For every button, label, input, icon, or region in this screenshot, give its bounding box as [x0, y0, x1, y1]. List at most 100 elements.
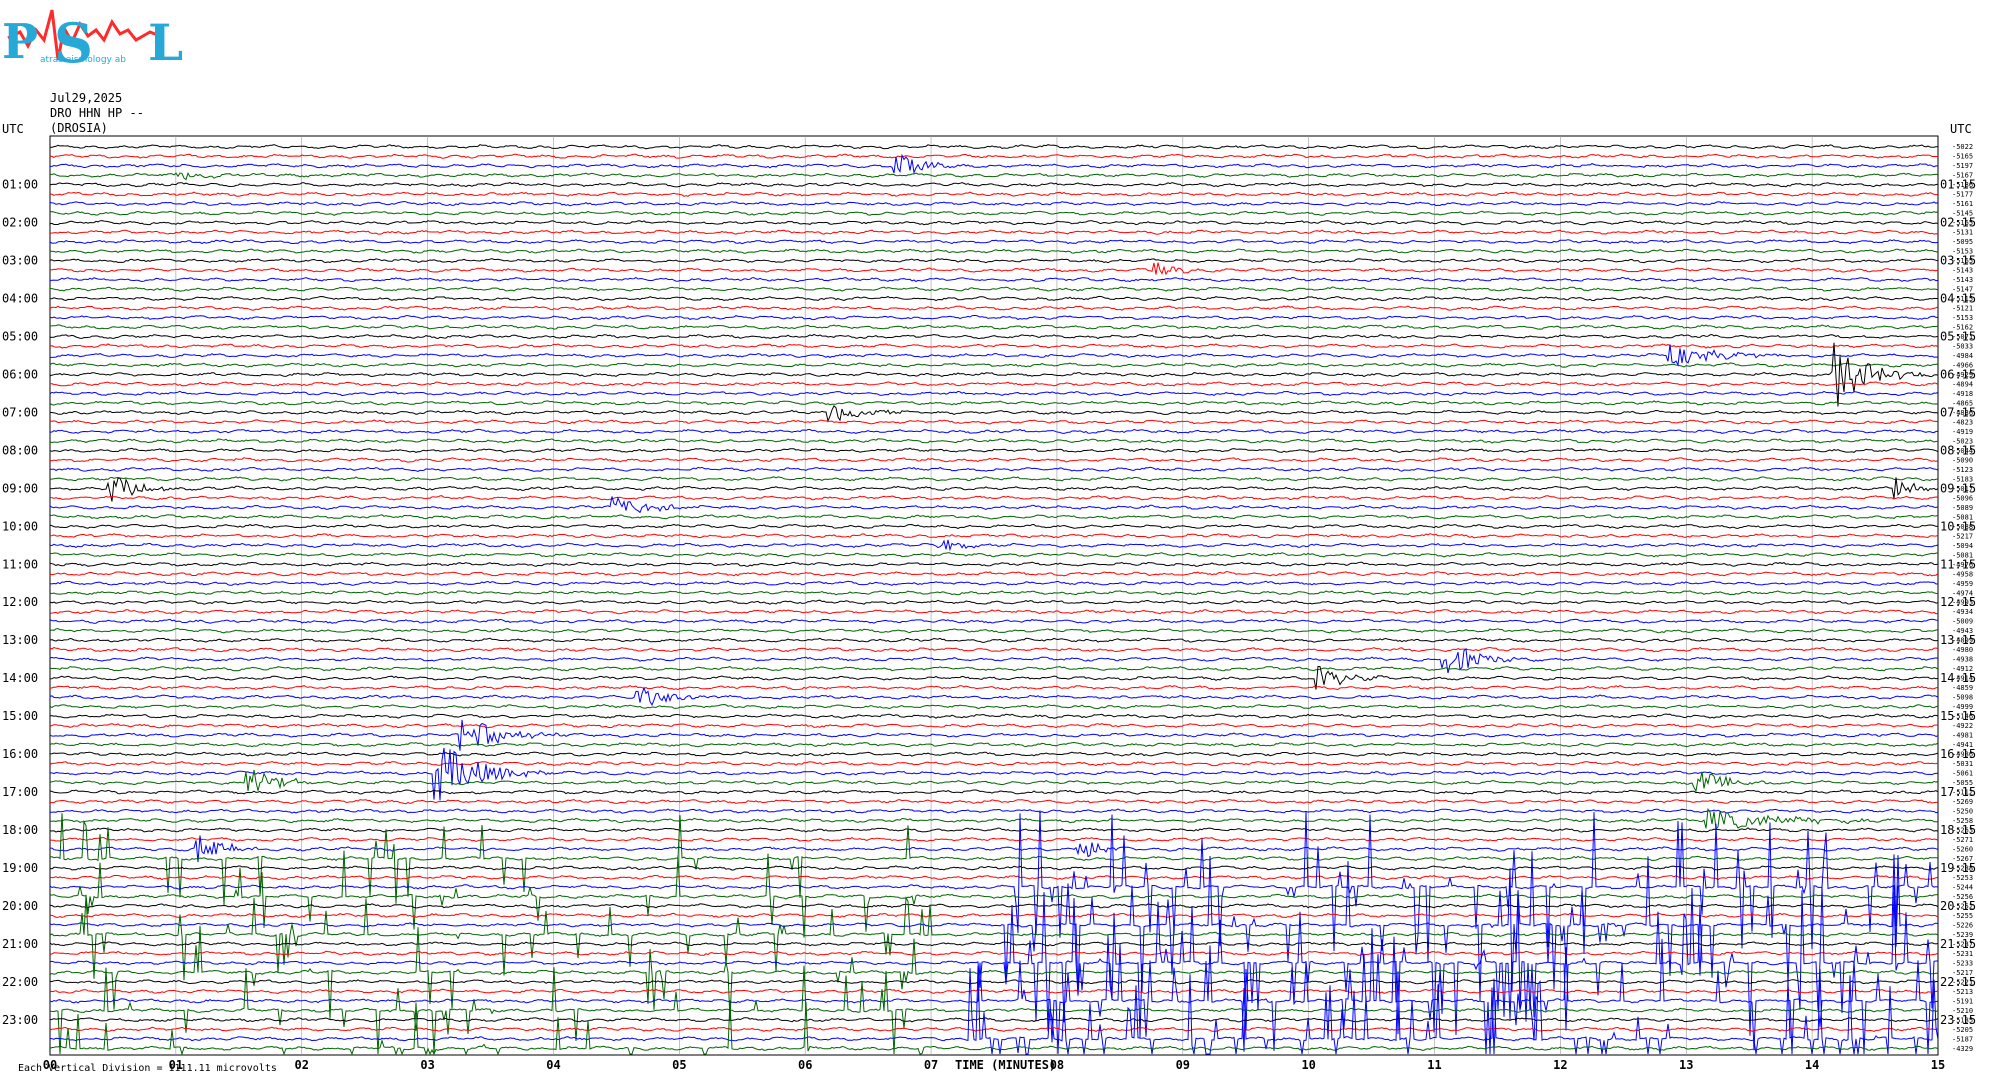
trace-line: [49, 719, 1939, 751]
trace-line: [49, 571, 1939, 577]
trace-offset-label: -5095: [1952, 238, 1973, 246]
trace-offset-label: -5143: [1952, 276, 1973, 284]
x-tick-label: 11: [1427, 1058, 1441, 1072]
hour-label-left: 13:00: [2, 633, 38, 647]
trace-offset-label: -4980: [1952, 646, 1973, 654]
hour-label-left: 10:00: [2, 519, 38, 533]
trace-line: [49, 315, 1938, 321]
logo-letter-l: L: [148, 13, 183, 72]
trace-line: [49, 609, 1939, 615]
trace-offset-label: -4919: [1952, 428, 1973, 436]
trace-line: [49, 342, 1939, 407]
trace-line: [49, 789, 1939, 795]
hour-label-left: 22:00: [2, 975, 38, 989]
trace-offset-label: -5094: [1952, 542, 1973, 550]
trace-line: [49, 295, 1939, 302]
x-tick-label: 14: [1805, 1058, 1819, 1072]
trace-offset-label: -5213: [1952, 988, 1973, 996]
x-axis-title: TIME (MINUTES): [955, 1058, 1057, 1072]
trace-line: [49, 220, 1939, 226]
trace-offset-label: -5165: [1952, 153, 1973, 161]
trace-line: [49, 950, 1939, 956]
x-tick-label: 02: [295, 1058, 309, 1072]
trace-offset-label: -4958: [1952, 570, 1973, 578]
hour-label-left: 09:00: [2, 481, 38, 495]
trace-offset-label: -4918: [1952, 390, 1973, 398]
x-tick-label: 03: [420, 1058, 434, 1072]
trace-offset-label: -5123: [1952, 466, 1973, 474]
trace-line: [49, 836, 1939, 843]
hour-label-left: 05:00: [2, 330, 38, 344]
trace-line: [49, 628, 1939, 634]
trace-line: [49, 1026, 1939, 1032]
trace-line: [49, 760, 1939, 767]
trace-line: [49, 248, 1939, 254]
trace-line: [49, 941, 1939, 947]
hour-label-left: 20:00: [2, 899, 38, 913]
trace-line: [49, 390, 1939, 397]
hour-label-right: 18:15: [1940, 823, 1976, 837]
trace-line: [49, 496, 1939, 514]
trace-line: [50, 344, 1939, 367]
trace-offset-label: -4934: [1952, 608, 1973, 616]
trace-offset-label: -5271: [1952, 836, 1973, 844]
trace-offset-label: -5269: [1952, 798, 1973, 806]
trace-offset-label: -5033: [1952, 343, 1973, 351]
trace-line: [49, 810, 1939, 963]
trace-line: [49, 703, 1939, 710]
trace-offset-label: -5187: [1952, 1035, 1973, 1043]
hour-label-left: 23:00: [2, 1013, 38, 1027]
trace-line: [49, 851, 1939, 1001]
plot-frame: [49, 135, 1939, 1056]
hour-label-right: 22:15: [1940, 975, 1976, 989]
hour-label-left: 04:00: [2, 292, 38, 306]
trace-offset-label: -5161: [1952, 200, 1973, 208]
seismogram-plot: 00 01 02 03 04 05 06 07 08 09 10 11 12 13 14 15UTC UTC-5…: [2, 122, 1976, 1072]
trace-offset-label: -4329: [1952, 1045, 1973, 1053]
hour-label-right: 04:15: [1940, 292, 1976, 306]
x-tick-label: 15: [1931, 1058, 1945, 1072]
trace-line: [49, 438, 1938, 444]
trace-offset-label: -5255: [1952, 912, 1973, 920]
trace-offset-label: -5121: [1952, 305, 1973, 313]
hour-label-right: 16:15: [1940, 747, 1976, 761]
x-tick-label: 05: [672, 1058, 686, 1072]
hour-label-right: 13:15: [1940, 633, 1976, 647]
hour-label-right: 07:15: [1940, 405, 1976, 419]
trace-line: [49, 713, 1939, 719]
trace-offset-label: -5253: [1952, 874, 1973, 882]
trace-line: [50, 404, 1939, 423]
trace-line: [49, 894, 1939, 981]
trace-offset-label: -4922: [1952, 722, 1973, 730]
trace-line: [49, 686, 1939, 707]
trace-line: [49, 447, 1939, 454]
trace-offset-label: -5131: [1952, 229, 1973, 237]
trace-offset-label: -5191: [1952, 997, 1973, 1005]
trace-line: [49, 333, 1939, 340]
trace-offset-label: -5098: [1952, 694, 1973, 702]
hour-label-right: 23:15: [1940, 1013, 1976, 1027]
trace-line: [49, 262, 1939, 276]
hour-label-left: 14:00: [2, 671, 38, 685]
trace-offset-label: -5217: [1952, 532, 1973, 540]
hour-label-left: 11:00: [2, 557, 38, 571]
trace-offset-label: -5061: [1952, 770, 1973, 778]
trace-line: [49, 191, 1939, 197]
hour-label-left: 16:00: [2, 747, 38, 761]
trace-offset-label: -5089: [1952, 504, 1973, 512]
trace-line: [49, 144, 1939, 150]
trace-offset-label: -5143: [1952, 267, 1973, 275]
hour-label-right: 03:15: [1940, 254, 1976, 268]
trace-line: [49, 514, 1939, 520]
trace-offset-label: -4859: [1952, 684, 1973, 692]
trace-offset-label: -5244: [1952, 883, 1973, 891]
hour-label-right: 15:15: [1940, 709, 1976, 723]
x-tick-label: 04: [546, 1058, 560, 1072]
hour-label-left: 07:00: [2, 405, 38, 419]
hour-label-right: 11:15: [1940, 557, 1976, 571]
trace-line: [49, 903, 1939, 909]
trace-line: [49, 741, 1939, 748]
hour-label-right: 20:15: [1940, 899, 1976, 913]
trace-line: [49, 343, 1939, 349]
hour-label-right: 17:15: [1940, 785, 1976, 799]
